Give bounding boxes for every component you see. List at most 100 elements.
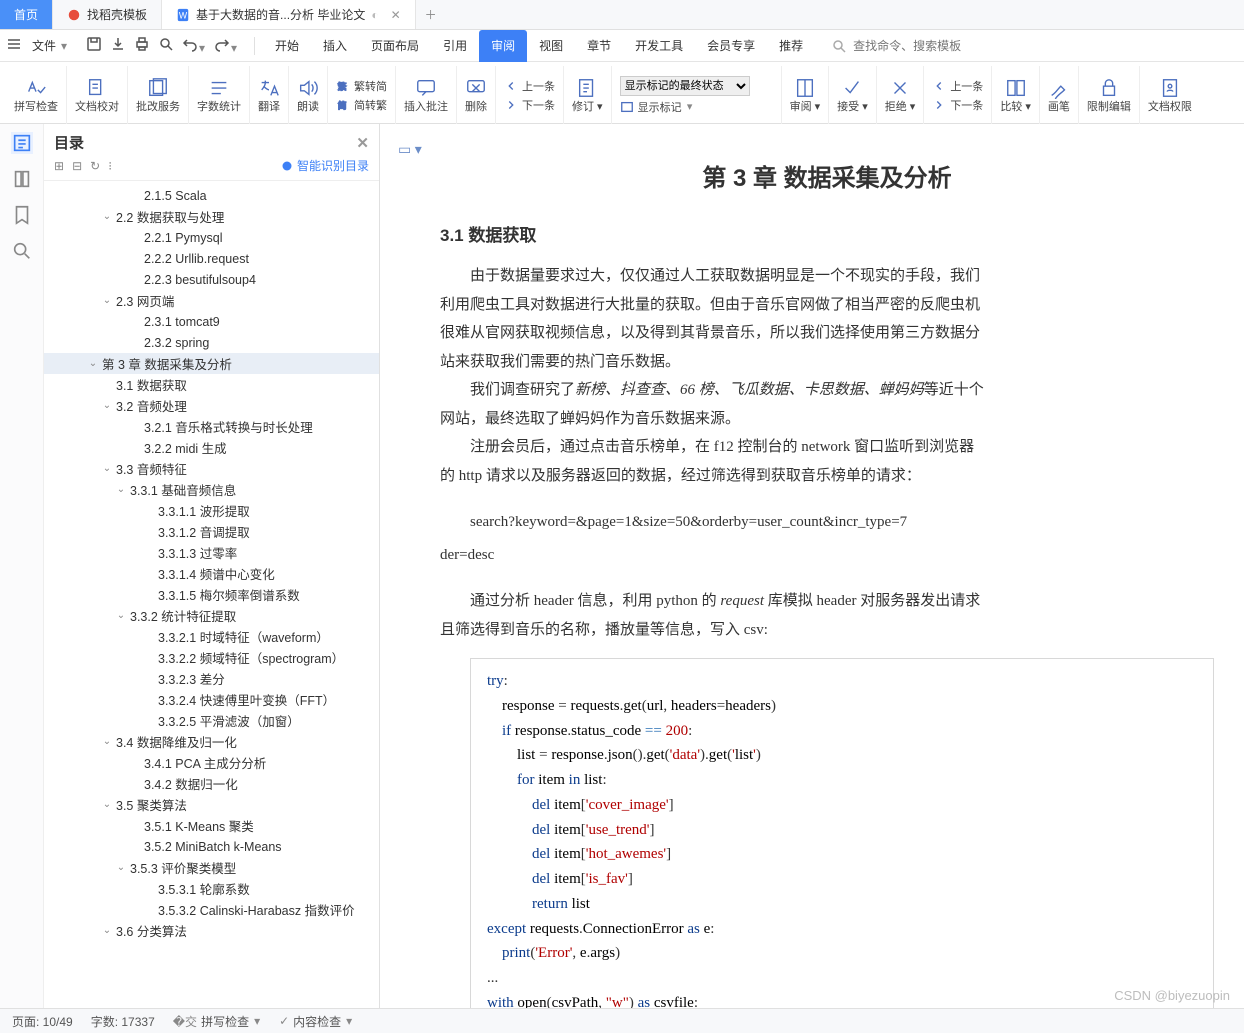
- word-count[interactable]: 字数: 17337: [91, 1013, 155, 1030]
- contentcheck-status[interactable]: ✓内容检查▾: [279, 1013, 353, 1030]
- toc-item[interactable]: 3.5.3.1 轮廓系数: [44, 878, 379, 899]
- menu-member[interactable]: 会员专享: [695, 30, 767, 62]
- menu-sections[interactable]: 章节: [575, 30, 623, 62]
- prev-change-button[interactable]: 上一条: [932, 78, 983, 94]
- tab-document[interactable]: W 基于大数据的音...分析 毕业论文 ◐ ✕: [162, 0, 416, 29]
- toc-item[interactable]: 2.2.3 besutifulsoup4: [44, 269, 379, 290]
- toc-item[interactable]: ⌄3.3.2 统计特征提取: [44, 605, 379, 626]
- toc-refresh-icon[interactable]: ↻: [90, 159, 100, 173]
- translate-button[interactable]: 翻译: [250, 66, 289, 124]
- insert-comment-button[interactable]: 插入批注: [396, 66, 457, 124]
- menu-pagelayout[interactable]: 页面布局: [359, 30, 431, 62]
- toc-item[interactable]: 3.5.3.2 Calinski-Harabasz 指数评价: [44, 899, 379, 920]
- toc-item[interactable]: 3.5.1 K-Means 聚类: [44, 815, 379, 836]
- accept-button[interactable]: 接受 ▾: [829, 66, 877, 124]
- wordcount-button[interactable]: 字数统计: [189, 66, 250, 124]
- ink-button[interactable]: 画笔: [1040, 66, 1079, 124]
- add-tab-button[interactable]: ＋: [416, 0, 446, 29]
- toc-item[interactable]: 3.3.2.3 差分: [44, 668, 379, 689]
- toc-item[interactable]: 3.2.1 音乐格式转换与时长处理: [44, 416, 379, 437]
- toc-item[interactable]: 3.2.2 midi 生成: [44, 437, 379, 458]
- toc-item[interactable]: ⌄第 3 章 数据采集及分析: [44, 353, 379, 374]
- undo-button[interactable]: ▾: [182, 36, 206, 55]
- spellcheck-status[interactable]: �交拼写检查▾: [173, 1013, 261, 1030]
- toc-settings-icon[interactable]: ⁝: [108, 159, 112, 173]
- save-icon[interactable]: [86, 36, 102, 55]
- toc-item[interactable]: ⌄3.6 分类算法: [44, 920, 379, 941]
- spellcheck-button[interactable]: 拼写检查: [6, 66, 67, 124]
- ribbon-rail-icon[interactable]: [11, 204, 33, 226]
- page-indicator[interactable]: 页面: 10/49: [12, 1013, 73, 1030]
- search-rail-icon[interactable]: [11, 240, 33, 262]
- prev-comment-button[interactable]: 上一条: [504, 78, 555, 94]
- toc-item[interactable]: ⌄2.2 数据获取与处理: [44, 206, 379, 227]
- bookmark-rail-icon[interactable]: [11, 168, 33, 190]
- toc-item[interactable]: 3.3.2.4 快速傅里叶变换（FFT）: [44, 689, 379, 710]
- compare-button[interactable]: 比较 ▾: [992, 66, 1040, 124]
- delete-comment-button[interactable]: 删除: [457, 66, 496, 124]
- toc-item[interactable]: 2.2.2 Urllib.request: [44, 248, 379, 269]
- simp-to-trad-button[interactable]: 简简转繁: [336, 97, 387, 113]
- toc-item[interactable]: 3.3.2.5 平滑滤波（加窗）: [44, 710, 379, 731]
- menu-review[interactable]: 审阅: [479, 30, 527, 62]
- toc-item[interactable]: 2.2.1 Pymysql: [44, 227, 379, 248]
- show-markup-button[interactable]: 显示标记 ▾: [620, 99, 773, 115]
- display-mode-dropdown[interactable]: 显示标记的最终状态: [620, 76, 750, 96]
- doc-permission-button[interactable]: 文档权限: [1140, 66, 1200, 124]
- print-icon[interactable]: [134, 36, 150, 55]
- toc-item[interactable]: ⌄3.3.1 基础音频信息: [44, 479, 379, 500]
- restrict-edit-button[interactable]: 限制编辑: [1079, 66, 1140, 124]
- toc-item[interactable]: 2.1.5 Scala: [44, 185, 379, 206]
- batch-correct-button[interactable]: 批改服务: [128, 66, 189, 124]
- toc-item[interactable]: 2.3.2 spring: [44, 332, 379, 353]
- hamburger-icon[interactable]: [6, 36, 22, 55]
- menu-references[interactable]: 引用: [431, 30, 479, 62]
- tab-home[interactable]: 首页: [0, 0, 53, 29]
- toc-item[interactable]: 3.3.2.1 时域特征（waveform）: [44, 626, 379, 647]
- track-changes-button[interactable]: 修订 ▾: [564, 66, 612, 124]
- tab-template[interactable]: 找稻壳模板: [53, 0, 162, 29]
- menu-view[interactable]: 视图: [527, 30, 575, 62]
- toc-collapse-all-icon[interactable]: ⊟: [72, 159, 82, 173]
- trad-to-simp-button[interactable]: 繁繁转简: [336, 78, 387, 94]
- toc-item[interactable]: ⌄3.3 音频特征: [44, 458, 379, 479]
- toc-item[interactable]: 3.5.2 MiniBatch k-Means: [44, 836, 379, 857]
- close-icon[interactable]: ✕: [391, 8, 401, 22]
- toc-item[interactable]: 3.3.2.2 频域特征（spectrogram）: [44, 647, 379, 668]
- toc-item[interactable]: 3.3.1.3 过零率: [44, 542, 379, 563]
- toc-item[interactable]: 3.3.1.1 波形提取: [44, 500, 379, 521]
- toc-item[interactable]: ⌄3.2 音频处理: [44, 395, 379, 416]
- command-search-input[interactable]: [851, 38, 971, 54]
- toc-item[interactable]: 3.3.1.4 频谱中心变化: [44, 563, 379, 584]
- outline-rail-icon[interactable]: [11, 132, 33, 154]
- read-aloud-button[interactable]: 朗读: [289, 66, 328, 124]
- preview-icon[interactable]: [158, 36, 174, 55]
- menu-start[interactable]: 开始: [263, 30, 311, 62]
- toc-item[interactable]: 3.3.1.2 音调提取: [44, 521, 379, 542]
- display-mode-select[interactable]: 显示标记的最终状态: [620, 76, 773, 96]
- toc-item[interactable]: ⌄3.5 聚类算法: [44, 794, 379, 815]
- toc-expand-all-icon[interactable]: ⊞: [54, 159, 64, 173]
- document-area[interactable]: ▭ ▾ 第 3 章 数据采集及分析 3.1 数据获取 由于数据量要求过大，仅仅通…: [380, 124, 1244, 1008]
- toc-ai-recognize[interactable]: 智能识别目录: [281, 157, 369, 174]
- next-change-button[interactable]: 下一条: [932, 97, 983, 113]
- command-search[interactable]: [831, 38, 991, 54]
- toc-item[interactable]: ⌄2.3 网页端: [44, 290, 379, 311]
- toc-item[interactable]: 3.4.2 数据归一化: [44, 773, 379, 794]
- toc-item[interactable]: 2.3.1 tomcat9: [44, 311, 379, 332]
- toc-item[interactable]: 3.4.1 PCA 主成分分析: [44, 752, 379, 773]
- file-menu[interactable]: 文件▾: [26, 37, 74, 54]
- next-comment-button[interactable]: 下一条: [504, 97, 555, 113]
- toc-item[interactable]: 3.3.1.5 梅尔频率倒谱系数: [44, 584, 379, 605]
- toc-list[interactable]: 2.1.5 Scala⌄2.2 数据获取与处理2.2.1 Pymysql2.2.…: [44, 181, 379, 1008]
- toc-close-icon[interactable]: ✕: [356, 134, 369, 152]
- toc-item[interactable]: ⌄3.4 数据降维及归一化: [44, 731, 379, 752]
- proofread-button[interactable]: 文档校对: [67, 66, 128, 124]
- toc-item[interactable]: 3.1 数据获取: [44, 374, 379, 395]
- toc-item[interactable]: ⌄3.5.3 评价聚类模型: [44, 857, 379, 878]
- redo-button[interactable]: ▾: [214, 36, 238, 55]
- menu-devtools[interactable]: 开发工具: [623, 30, 695, 62]
- menu-insert[interactable]: 插入: [311, 30, 359, 62]
- reject-button[interactable]: 拒绝 ▾: [877, 66, 925, 124]
- review-pane-button[interactable]: 审阅 ▾: [782, 66, 830, 124]
